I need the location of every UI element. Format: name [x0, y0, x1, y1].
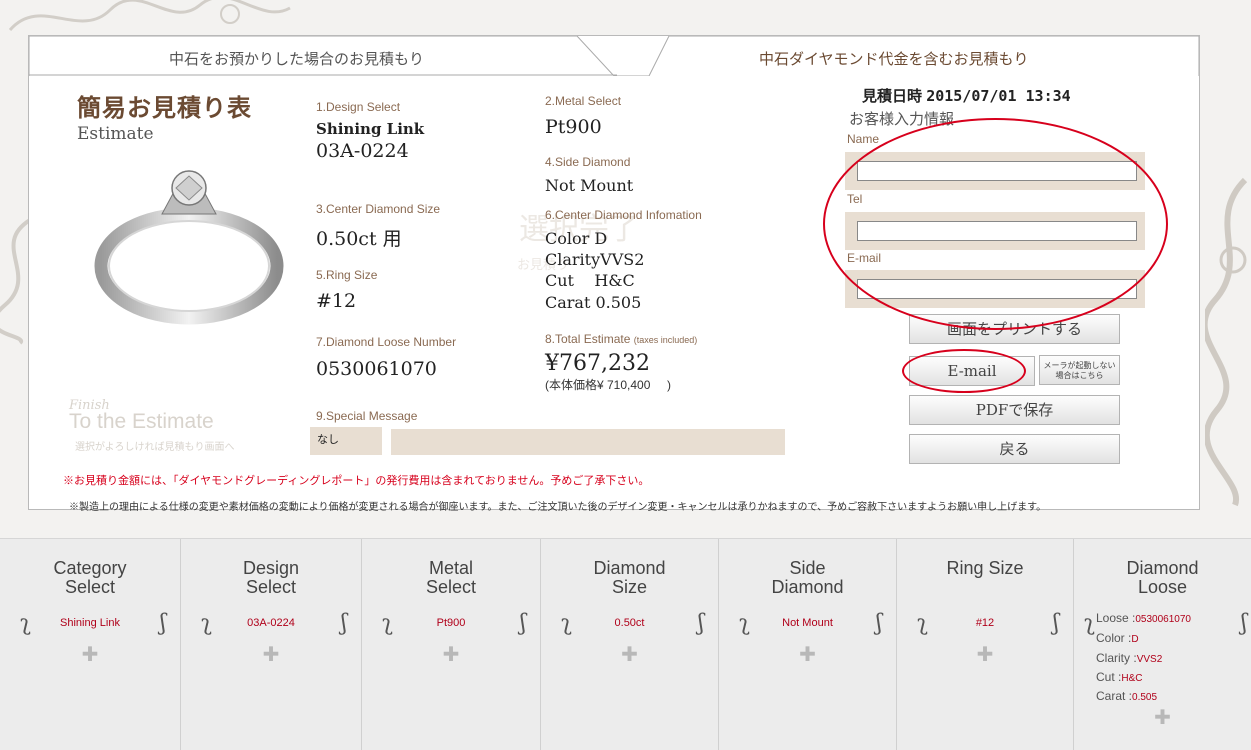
selection-nav-bar: Category Select ʅ Shining Link ʃ ✚ Design…: [0, 538, 1251, 750]
total-estimate-value: ¥767,232: [545, 351, 650, 376]
tab-stone-included[interactable]: 中石ダイヤモンド代金を含むお見積もり: [759, 48, 1029, 69]
nav-metal-value: Pt900: [436, 617, 466, 629]
estimate-date-value: 2015/07/01 13:34: [926, 87, 1071, 105]
center-info-cut: Cut H&C: [545, 271, 635, 290]
nav-title: Design Select: [242, 558, 300, 597]
finish-to-estimate-link[interactable]: To the Estimate: [69, 410, 214, 434]
plus-icon: ✚: [1154, 707, 1171, 729]
nav-title: Category Select: [53, 558, 127, 597]
design-select-code: 03A-0224: [316, 140, 409, 162]
nav-title: Diamond Loose: [1126, 558, 1199, 597]
nav-title: Diamond Size: [593, 558, 666, 597]
curl-right-icon: ʃ: [160, 611, 166, 636]
metal-select-value: Pt900: [545, 116, 602, 138]
grading-report-note: ※お見積り金額には、「ダイヤモンドグレーディングレポート」の発行費用は含まれてお…: [63, 475, 650, 487]
tel-label: Tel: [847, 192, 863, 206]
total-estimate-tax-note: (taxes included): [633, 335, 698, 345]
nav-title: Ring Size: [946, 558, 1024, 578]
name-label: Name: [847, 132, 880, 146]
side-diamond-value: Not Mount: [545, 176, 634, 195]
center-info-label: 6.Center Diamond Infomation: [545, 208, 702, 222]
nav-diamond-size[interactable]: Diamond Size ʅ 0.50ct ʃ ✚: [541, 539, 719, 750]
nav-design-value: 03A-0224: [247, 617, 295, 629]
total-estimate-label: 8.Total Estimate (taxes included): [545, 332, 697, 346]
nav-category-select[interactable]: Category Select ʅ Shining Link ʃ ✚: [0, 539, 181, 750]
nav-metal-select[interactable]: Metal Select ʅ Pt900 ʃ ✚: [362, 539, 541, 750]
page-title: 簡易お見積り表: [77, 93, 252, 122]
plus-icon: ✚: [621, 644, 638, 666]
plus-icon: ✚: [442, 644, 460, 666]
page-subtitle: Estimate: [77, 124, 154, 144]
tab-stone-deposit[interactable]: 中石をお預かりした場合のお見積もり: [169, 48, 424, 69]
estimate-date: 見積日時 2015/07/01 13:34: [862, 85, 1071, 106]
total-estimate-label-text: 8.Total Estimate: [545, 332, 631, 346]
estimate-date-label: 見積日時: [862, 87, 923, 105]
loose-number-label: 7.Diamond Loose Number: [316, 335, 457, 349]
nav-design-select[interactable]: Design Select ʅ 03A-0224 ʃ ✚: [181, 539, 362, 750]
nav-side-diamond-value: Not Mount: [782, 617, 833, 629]
email-label: E-mail: [847, 251, 882, 265]
plus-icon: ✚: [976, 644, 994, 666]
loose-number-row: Loose :0530061070: [1096, 611, 1191, 625]
pdf-save-button[interactable]: PDFで保存: [909, 395, 1120, 425]
metal-select-label: 2.Metal Select: [545, 94, 622, 108]
special-message-box: [391, 429, 785, 455]
mailer-fallback-button[interactable]: メーラが起動しない 場合はこちら: [1039, 355, 1120, 385]
ornament-top-left: [8, 0, 291, 31]
design-select-label: 1.Design Select: [316, 100, 401, 114]
email-input[interactable]: [857, 279, 1137, 299]
estimate-panel: 中石をお預かりした場合のお見積もり 中石ダイヤモンド代金を含むお見積もり 簡易お…: [28, 35, 1200, 513]
side-diamond-label: 4.Side Diamond: [545, 155, 631, 169]
back-button[interactable]: 戻る: [909, 434, 1120, 464]
name-field-box: [845, 152, 1145, 190]
center-size-value: 0.50ct 用: [316, 228, 402, 250]
nav-diamond-size-value: 0.50ct: [614, 617, 645, 629]
curl-right-icon: ʃ: [341, 611, 347, 636]
special-message-label: 9.Special Message: [316, 409, 418, 423]
plus-icon: ✚: [799, 644, 816, 666]
nav-category-value: Shining Link: [60, 617, 120, 629]
ring-size-label: 5.Ring Size: [316, 268, 378, 282]
loose-cut-row: Cut :H&C: [1096, 670, 1143, 684]
plus-icon: ✚: [81, 644, 99, 666]
center-size-label: 3.Center Diamond Size: [316, 202, 441, 216]
nav-side-diamond[interactable]: Side Diamond ʅ Not Mount ʃ ✚: [719, 539, 897, 750]
email-field-box: [845, 270, 1145, 308]
tel-input[interactable]: [857, 221, 1137, 241]
mailer-note-line2: 場合はこちら: [1055, 371, 1104, 380]
curl-right-icon: ʃ: [1241, 611, 1247, 636]
ring-size-value: #12: [316, 290, 357, 312]
special-message-value: なし: [310, 427, 382, 455]
loose-number-value: 0530061070: [316, 358, 437, 380]
curl-right-icon: ʃ: [698, 611, 704, 636]
curl-right-icon: ʃ: [1053, 611, 1059, 636]
loose-carat-row: Carat :0.505: [1096, 689, 1158, 703]
ring-image: [94, 170, 284, 325]
customer-info-title: お客様入力情報: [849, 110, 955, 128]
name-input[interactable]: [857, 161, 1137, 181]
ornament-right: [1205, 177, 1248, 507]
finish-caption: 選択がよろしければ見積もり画面へ: [75, 442, 235, 453]
center-info-carat: Carat 0.505: [545, 293, 642, 312]
curl-right-icon: ʃ: [520, 611, 526, 636]
loose-clarity-row: Clarity :VVS2: [1096, 651, 1163, 665]
mailer-note-line1: メーラが起動しない: [1043, 361, 1116, 370]
design-select-name: Shining Link: [316, 120, 425, 138]
curl-left-icon: ʅ: [1084, 611, 1095, 636]
nav-title: Metal Select: [425, 558, 477, 597]
center-info-color: Color D: [545, 229, 608, 248]
center-info-clarity: ClarityVVS2: [545, 250, 645, 269]
tel-field-box: [845, 212, 1145, 250]
email-button[interactable]: E-mail: [909, 356, 1035, 386]
curl-right-icon: ʃ: [876, 611, 882, 636]
nav-ring-size-value: #12: [975, 617, 995, 629]
total-estimate-base-price: (本体価格¥ 710,400 ): [545, 378, 672, 392]
loose-color-row: Color :D: [1096, 631, 1139, 645]
nav-title: Side Diamond: [771, 558, 844, 597]
print-button[interactable]: 画面をプリントする: [909, 314, 1120, 344]
plus-icon: ✚: [262, 644, 280, 666]
price-change-note: ※製造上の理由による仕様の変更や素材価格の変動により価格が変更される場合が御座い…: [69, 502, 1047, 513]
nav-diamond-loose[interactable]: Diamond Loose ʅ ʃ Loose :0530061070 Color…: [1074, 539, 1251, 750]
nav-ring-size[interactable]: Ring Size ʅ #12 ʃ ✚: [897, 539, 1074, 750]
